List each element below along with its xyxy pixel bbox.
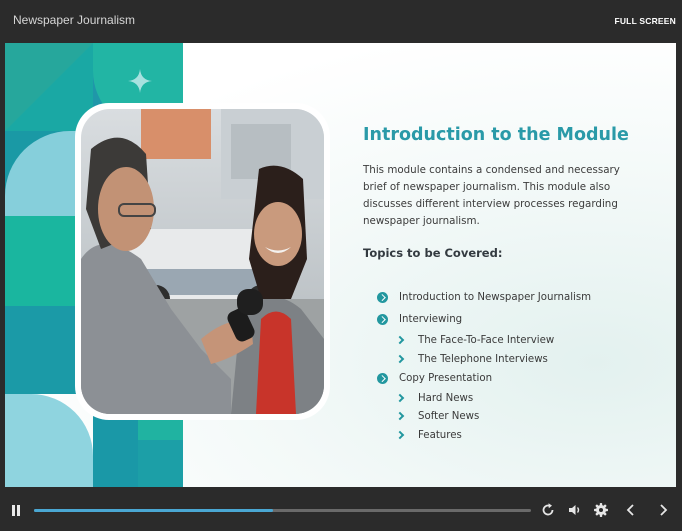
- volume-icon[interactable]: [567, 502, 583, 518]
- chevron-right-icon: [395, 411, 405, 420]
- topic-label: The Telephone Interviews: [418, 354, 548, 365]
- list-item: Interviewing: [377, 313, 462, 327]
- module-description: This module contains a condensed and nec…: [363, 164, 620, 227]
- settings-icon[interactable]: [593, 502, 609, 518]
- slide-canvas: Introduction to the Module This module c…: [5, 43, 676, 487]
- topic-label: Features: [418, 430, 462, 441]
- course-title: Newspaper Journalism: [13, 13, 136, 27]
- topics-heading: Topics to be Covered:: [363, 246, 503, 260]
- circle-chevron-icon: [377, 314, 388, 325]
- list-item: The Face-To-Face Interview: [395, 334, 555, 348]
- topic-label: Introduction to Newspaper Journalism: [399, 292, 592, 303]
- list-item: Introduction to Newspaper Journalism: [377, 291, 591, 305]
- list-item: The Telephone Interviews: [395, 353, 548, 367]
- pause-icon[interactable]: [11, 505, 21, 517]
- topic-label: Hard News: [418, 393, 474, 404]
- chevron-right-icon: [395, 354, 405, 363]
- progress-bar[interactable]: [34, 509, 531, 512]
- chevron-right-icon: [395, 430, 405, 439]
- circle-chevron-icon: [377, 292, 388, 303]
- list-item: Features: [395, 429, 462, 443]
- interview-photo: [81, 109, 324, 414]
- topic-label: Copy Presentation: [399, 373, 493, 384]
- player-top-bar: Newspaper Journalism FULL SCREEN: [0, 0, 682, 42]
- list-item: Softer News: [395, 410, 480, 424]
- sparkle-icon: [128, 69, 152, 93]
- topic-label: Softer News: [418, 411, 480, 422]
- list-item: Hard News: [395, 392, 474, 406]
- topic-label: The Face-To-Face Interview: [418, 335, 555, 346]
- chevron-right-icon: [395, 393, 405, 402]
- next-icon[interactable]: [655, 502, 671, 518]
- player-controls: [0, 490, 682, 531]
- chevron-right-icon: [395, 335, 405, 344]
- replay-icon[interactable]: [540, 502, 556, 518]
- slide-content: Introduction to the Module This module c…: [363, 123, 653, 260]
- topic-label: Interviewing: [399, 314, 463, 325]
- fullscreen-button[interactable]: FULL SCREEN: [614, 16, 676, 26]
- list-item: Copy Presentation: [377, 372, 492, 386]
- slide-heading: Introduction to the Module: [363, 125, 629, 145]
- previous-icon[interactable]: [623, 502, 639, 518]
- circle-chevron-icon: [377, 373, 388, 384]
- progress-fill: [34, 509, 273, 512]
